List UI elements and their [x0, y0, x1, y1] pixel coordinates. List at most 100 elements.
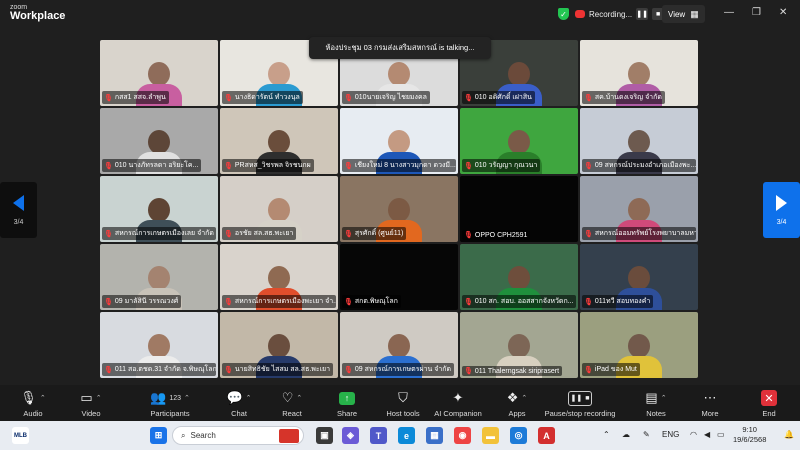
close-icon[interactable]: ✕	[779, 7, 787, 18]
tray-chevron-icon[interactable]: ⌃	[603, 430, 610, 439]
caret-up-icon[interactable]: ⌃	[96, 394, 102, 402]
participant-name-label: 🎙 09 สหกรณ์ประมงอำเภอเมืองพะ...	[582, 159, 696, 172]
pause-recording-button[interactable]: ❚❚	[636, 8, 649, 20]
participant-tile[interactable]: 🎙 09 สหกรณ์ประมงอำเภอเมืองพะ...	[580, 108, 698, 174]
caret-up-icon[interactable]: ⌃	[184, 394, 190, 402]
zoom-taskbar-icon[interactable]: ◎	[510, 427, 527, 444]
muted-microphone-icon: 🎙	[584, 94, 593, 102]
caret-up-icon[interactable]: ⌃	[521, 394, 527, 402]
participant-name: สหกรณ์การเกษตรเมืองเลย จำกัด	[114, 230, 214, 237]
participant-tile[interactable]: 🎙 PRสหส_วิชรพล จิรชนกผ	[220, 108, 338, 174]
muted-microphone-icon: 🎙	[224, 298, 233, 306]
participants-button[interactable]: 👥 123 ⌃ Participants	[135, 389, 205, 418]
participant-tile[interactable]: 🎙 011 สอ.ตชด.31 จำกัด จ.พิษณุโลก	[100, 312, 218, 378]
windows-start-icon[interactable]: ⊞	[150, 427, 167, 444]
participant-head	[388, 62, 410, 86]
video-button[interactable]: ▭ ⌃ Video	[56, 389, 126, 418]
next-page-button[interactable]: 3/4	[763, 182, 800, 238]
participant-tile[interactable]: 🎙 010 สก. สอบ. ออสสากจังหวัดก...	[460, 244, 578, 310]
caret-up-icon[interactable]: ⌃	[40, 394, 46, 402]
participant-name-label: 🎙 010 วรัญญา กุณวนา	[462, 159, 541, 172]
battery-icon[interactable]: ▭	[717, 430, 725, 439]
muted-microphone-icon: 🎙	[344, 162, 353, 170]
participant-head	[148, 62, 170, 86]
participant-tile[interactable]: 🎙 iPad ของ Mut	[580, 312, 698, 378]
notification-bell-icon[interactable]: 🔔	[784, 430, 794, 439]
participant-tile[interactable]: 🎙 เชียงใหม่ 8 นางสาวมุกดา ดวงมี...	[340, 108, 458, 174]
minimize-icon[interactable]: —	[724, 7, 734, 18]
edge-icon[interactable]: e	[398, 427, 415, 444]
muted-microphone-icon: 🎙	[224, 94, 233, 102]
copilot-icon[interactable]: ◈	[342, 427, 359, 444]
apps-button[interactable]: ❖ ⌃ Apps	[482, 389, 552, 418]
heart-icon: ♡	[281, 390, 294, 405]
task-view-icon[interactable]: ▣	[316, 427, 333, 444]
participant-tile[interactable]: 🎙 อรชัย สล.สธ.พะเยา	[220, 176, 338, 242]
participant-name-label: 🎙 010 นางภัทรลดา อริยะโค...	[102, 159, 202, 172]
participant-name: 011 Thalerngsak siriprasert	[474, 367, 560, 375]
store-icon[interactable]: ▦	[426, 427, 443, 444]
previous-page-button[interactable]: 3/4	[0, 182, 37, 238]
participant-tile[interactable]: 🎙 สกต.พิษณุโลก	[340, 244, 458, 310]
participant-tile[interactable]: 🎙 กสส1 สสจ.ลำพูน	[100, 40, 218, 106]
participant-tile[interactable]: 🎙 09 มาลัสินี วรรณวงศ์	[100, 244, 218, 310]
caret-up-icon[interactable]: ⌃	[661, 394, 667, 402]
participant-name-label: 🎙 011ทวี สอบทองคำ	[582, 295, 654, 308]
chrome-icon[interactable]: ◉	[454, 427, 471, 444]
participant-tile[interactable]: 🎙 สค.บ้านดงเจริญ จำกัด	[580, 40, 698, 106]
participant-tile[interactable]: 🎙 010 นางภัทรลดา อริยะโค...	[100, 108, 218, 174]
caret-up-icon[interactable]: ⌃	[246, 394, 252, 402]
recording-indicator: ✓ Recording... ❚❚ ■	[558, 5, 665, 23]
pause-recording-label: Pause/stop recording	[544, 409, 616, 418]
participant-head	[268, 334, 290, 358]
participant-name-label: 🎙สหกรณ์ออมทรัพย์โรงพยาบาลมหาราช...	[582, 227, 696, 240]
muted-microphone-icon: 🎙	[584, 366, 593, 374]
participant-name: 09 สหกรณ์ประมงอำเภอเมืองพะ...	[594, 162, 696, 169]
taskbar-clock[interactable]: 9:10 19/6/2568	[733, 425, 766, 445]
pen-icon[interactable]: ✎	[643, 430, 650, 439]
language-indicator[interactable]: ENG	[662, 430, 679, 439]
muted-microphone-icon: 🎙	[104, 94, 113, 102]
view-button[interactable]: View ▦	[662, 5, 705, 23]
participant-head	[268, 130, 290, 154]
video-gallery: 🎙 กสส1 สสจ.ลำพูน 🎙 นางธิดารัตน์ ทำวงนุล 🎙 010…	[100, 40, 700, 378]
participant-tile[interactable]: 🎙 สหกรณ์การเกษตรเมืองเลย จำกัด	[100, 176, 218, 242]
mlb-widget-icon[interactable]: MLB	[12, 427, 29, 444]
participant-head	[628, 62, 650, 86]
caret-up-icon[interactable]: ⌃	[296, 394, 302, 402]
clock-date: 19/6/2568	[733, 435, 767, 445]
cloud-icon[interactable]: ☁	[622, 430, 630, 439]
notes-icon: ▤	[645, 390, 658, 405]
participant-tile[interactable]: 🎙 นายสิทธิชัย ไสสม สล.สธ.พะเยา	[220, 312, 338, 378]
participant-tile[interactable]: 🎙 OPPO CPH2591	[460, 176, 578, 242]
participant-tile[interactable]: 🎙สหกรณ์ออมทรัพย์โรงพยาบาลมหาราช...	[580, 176, 698, 242]
react-label: React	[282, 409, 302, 418]
muted-microphone-icon: 🎙	[104, 366, 113, 374]
end-button[interactable]: ✕ End	[734, 389, 800, 418]
participant-tile[interactable]: 🎙 09 สหกรณ์การเกษตรผ่าน จำกัด	[340, 312, 458, 378]
participant-tile[interactable]: 🎙 011 Thalerngsak siriprasert	[460, 312, 578, 378]
file-explorer-icon[interactable]: ▬	[482, 427, 499, 444]
participant-tile[interactable]: 🎙 สุรศักดิ์ (ศูนย์11)	[340, 176, 458, 242]
muted-microphone-icon: 🎙	[104, 230, 113, 238]
security-shield-icon[interactable]: ✓	[558, 8, 569, 20]
participant-name: นางธิดารัตน์ ทำวงนุล	[234, 94, 300, 101]
participant-name: สหกรณ์ออมทรัพย์โรงพยาบาลมหาราช...	[594, 230, 696, 237]
view-label: View	[668, 9, 686, 19]
teams-icon[interactable]: T	[370, 427, 387, 444]
maximize-icon[interactable]: ❐	[752, 7, 761, 18]
participant-tile[interactable]: 🎙 สหกรณ์การเกษตรเมืองพะเยา จำ...	[220, 244, 338, 310]
taskbar-search-box[interactable]: ⌕ Search	[172, 426, 304, 445]
participant-tile[interactable]: 🎙 010 วรัญญา กุณวนา	[460, 108, 578, 174]
clock-time: 9:10	[742, 425, 757, 434]
participant-name: อรชัย สล.สธ.พะเยา	[234, 230, 294, 237]
participant-tile[interactable]: 🎙 011ทวี สอบทองคำ	[580, 244, 698, 310]
pause-stop-recording-button[interactable]: ❚❚ ■ Pause/stop recording	[545, 389, 615, 418]
wifi-icon[interactable]: ◠	[690, 430, 697, 439]
volume-icon[interactable]: ◀	[704, 430, 710, 439]
participant-head	[268, 266, 290, 290]
video-camera-icon: ▭	[80, 390, 93, 405]
participant-name: เชียงใหม่ 8 นางสาวมุกดา ดวงมี...	[354, 162, 456, 169]
view-grid-icon: ▦	[690, 8, 699, 19]
acrobat-icon[interactable]: A	[538, 427, 555, 444]
